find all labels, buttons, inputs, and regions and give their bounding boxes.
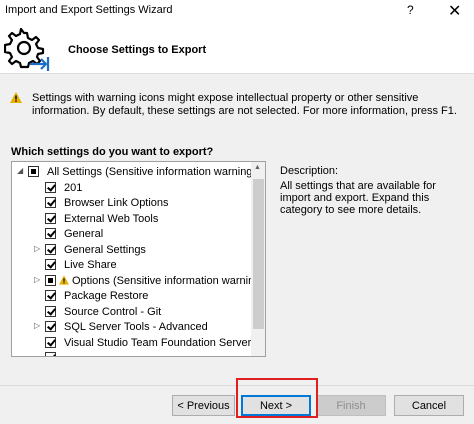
tree-item-checkbox[interactable] [28, 166, 39, 177]
settings-tree[interactable]: ◢ All Settings (Sensitive information war… [11, 161, 266, 357]
close-button[interactable]: ✕ [448, 1, 461, 21]
scroll-up-arrow-icon[interactable]: ▲ [254, 164, 261, 171]
expander-open-icon[interactable]: ◢ [17, 166, 25, 175]
tree-item-checkbox[interactable] [45, 212, 56, 224]
tree-item[interactable]: ▷ Options (Sensitive information warning) [12, 274, 264, 289]
settings-question-label: Which settings do you want to export? [11, 146, 214, 158]
tree-item[interactable]: Live Share [12, 258, 250, 273]
tree-scrollbar[interactable]: ▲ [251, 162, 265, 356]
expander-closed-icon[interactable]: ▷ [34, 321, 42, 330]
tree-item-checkbox[interactable] [45, 197, 56, 208]
tree-item-label: Visual Studio Team Foundation Server [64, 336, 252, 349]
tree-item-label: SQL Server Tools - Advanced [64, 321, 208, 333]
tree-item-label: Options (Sensitive information warning) [72, 274, 264, 287]
description-label: Description: [280, 165, 339, 177]
page-title: Choose Settings to Export [68, 44, 207, 56]
tree-item-label: General Settings [64, 243, 146, 256]
tree-item-label: Source Control - Git [64, 305, 162, 318]
tree-item-checkbox[interactable] [45, 259, 56, 270]
tree-item[interactable]: Browser Link Options [12, 196, 250, 211]
tree-item-checkbox[interactable] [45, 274, 56, 286]
tree-item-checkbox[interactable] [45, 243, 56, 255]
tree-item-checkbox[interactable] [45, 228, 56, 239]
tree-item-label: 201 [64, 181, 83, 194]
tree-item[interactable]: Visual Studio Team Foundation Server [12, 336, 252, 351]
warning-text: Settings with warning icons might expose… [32, 92, 457, 117]
tree-item-checkbox[interactable] [45, 181, 56, 193]
tree-item[interactable]: Package Restore [12, 289, 250, 304]
tree-item-label: General [64, 228, 104, 240]
expander-closed-icon[interactable]: ▷ [34, 244, 42, 253]
wizard-header: Choose Settings to Export [0, 22, 474, 74]
tree-item[interactable] [12, 351, 250, 356]
tree-item-label: External Web Tools [64, 212, 159, 225]
description-text: All settings that are available for impo… [280, 180, 436, 216]
tree-item[interactable]: General [12, 227, 250, 242]
finish-button[interactable]: Finish [316, 395, 386, 416]
window-title: Import and Export Settings Wizard [5, 4, 173, 16]
warning-triangle-icon [59, 274, 69, 285]
warning-triangle-icon [10, 92, 22, 103]
tree-item[interactable]: 201 [12, 181, 250, 196]
tree-item[interactable]: ▷ General Settings [12, 243, 250, 258]
tree-item-label: Browser Link Options [64, 197, 169, 209]
cancel-button[interactable]: Cancel [394, 395, 464, 416]
settings-gear-export-icon [4, 28, 50, 71]
next-button-highlight [236, 378, 318, 418]
expander-closed-icon[interactable]: ▷ [34, 275, 42, 284]
tree-item[interactable]: Source Control - Git [12, 305, 250, 320]
tree-item-checkbox[interactable] [45, 305, 56, 317]
tree-item-checkbox[interactable] [45, 321, 56, 332]
tree-item-checkbox[interactable] [45, 352, 56, 356]
tree-item-checkbox[interactable] [45, 290, 56, 301]
title-bar: Import and Export Settings Wizard ? ✕ [0, 0, 474, 22]
tree-item-label: Live Share [64, 259, 117, 271]
tree-item[interactable]: ◢ All Settings (Sensitive information war… [12, 165, 256, 180]
previous-button[interactable]: < Previous [172, 395, 235, 416]
tree-item-checkbox[interactable] [45, 336, 56, 348]
tree-item[interactable]: External Web Tools [12, 212, 250, 227]
scrollbar-thumb[interactable] [253, 179, 264, 329]
tree-item-label: All Settings (Sensitive information warn… [47, 166, 257, 178]
help-button[interactable]: ? [407, 3, 414, 17]
tree-item[interactable]: ▷ SQL Server Tools - Advanced [12, 320, 250, 335]
tree-item-label: Package Restore [64, 290, 149, 302]
